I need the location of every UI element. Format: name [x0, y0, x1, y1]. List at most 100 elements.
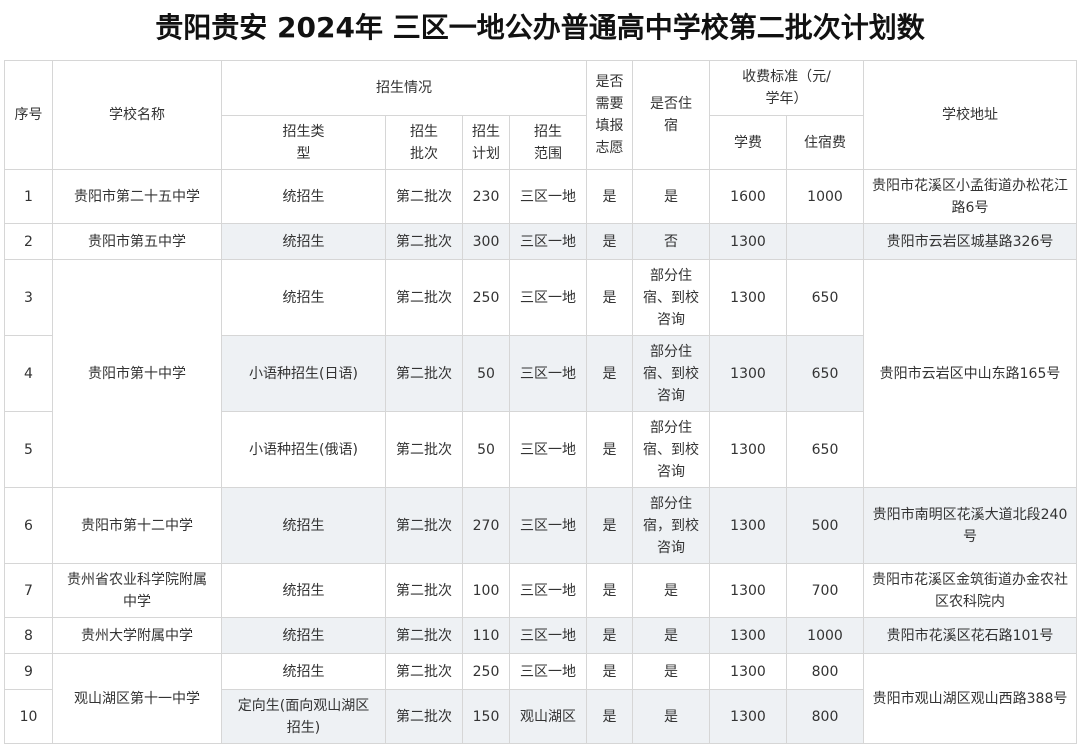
cell-seq: 7 — [4, 563, 53, 618]
cell-need: 是 — [586, 563, 633, 618]
cell-boarding: 部分住宿、到校咨询 — [632, 411, 710, 488]
cell-boarding: 是 — [632, 617, 710, 654]
cell-type: 小语种招生(日语) — [221, 335, 386, 412]
cell-scope: 三区一地 — [509, 223, 587, 260]
cell-tuition: 1300 — [709, 653, 787, 690]
table-row: 9 观山湖区第十一中学 统招生 第二批次 250 三区一地 是 是 1300 8… — [4, 653, 1077, 744]
cell-batch: 第二批次 — [385, 653, 463, 690]
cell-boarding: 是 — [632, 653, 710, 690]
cell-tuition: 1300 — [709, 487, 787, 564]
header-type: 招生类型 — [221, 115, 386, 170]
cell-dorm-fee — [786, 223, 864, 260]
cell-address: 贵阳市观山湖区观山西路388号 — [863, 653, 1077, 744]
cell-plan: 100 — [462, 563, 510, 618]
cell-batch: 第二批次 — [385, 169, 463, 224]
cell-type: 统招生 — [221, 563, 386, 618]
cell-need: 是 — [586, 223, 633, 260]
cell-tuition: 1300 — [709, 689, 787, 744]
cell-seq: 10 — [4, 689, 53, 744]
cell-boarding: 部分住宿、到校咨询 — [632, 335, 710, 412]
cell-need: 是 — [586, 169, 633, 224]
header-need-volunteer: 是否需要填报志愿 — [586, 60, 633, 170]
cell-dorm-fee: 800 — [786, 653, 864, 690]
cell-boarding: 部分住宿，到校咨询 — [632, 487, 710, 564]
header-boarding: 是否住宿 — [632, 60, 710, 170]
cell-address: 贵阳市花溪区花石路101号 — [863, 617, 1077, 654]
header-address: 学校地址 — [863, 60, 1077, 170]
cell-address: 贵阳市云岩区中山东路165号 — [863, 259, 1077, 488]
cell-address: 贵阳市云岩区城基路326号 — [863, 223, 1077, 260]
header-tuition: 学费 — [709, 115, 787, 170]
cell-seq: 4 — [4, 335, 53, 412]
cell-address: 贵阳市花溪区金筑街道办金农社区农科院内 — [863, 563, 1077, 618]
table-row: 8 贵州大学附属中学 统招生 第二批次 110 三区一地 是 是 1300 10… — [4, 617, 1077, 654]
header-row: 序号 学校名称 招生情况 是否需要填报志愿 是否住宿 收费标准（元/学年） 学校… — [4, 60, 1077, 170]
cell-school: 贵阳市第十二中学 — [52, 487, 222, 564]
cell-batch: 第二批次 — [385, 487, 463, 564]
cell-dorm-fee: 650 — [786, 335, 864, 412]
cell-need: 是 — [586, 411, 633, 488]
cell-school: 贵阳市第五中学 — [52, 223, 222, 260]
header-batch: 招生批次 — [385, 115, 463, 170]
cell-need: 是 — [586, 259, 633, 336]
cell-need: 是 — [586, 653, 633, 690]
header-seq: 序号 — [4, 60, 53, 170]
cell-dorm-fee: 650 — [786, 411, 864, 488]
cell-school: 贵阳市第二十五中学 — [52, 169, 222, 224]
cell-boarding: 是 — [632, 563, 710, 618]
cell-scope: 三区一地 — [509, 169, 587, 224]
cell-plan: 300 — [462, 223, 510, 260]
cell-need: 是 — [586, 617, 633, 654]
cell-seq: 3 — [4, 259, 53, 336]
cell-dorm-fee: 700 — [786, 563, 864, 618]
table-row: 1 贵阳市第二十五中学 统招生 第二批次 230 三区一地 是 是 1600 1… — [4, 169, 1077, 224]
page-title: 贵阳贵安 2024年 三区一地公办普通高中学校第二批次计划数 — [155, 11, 925, 44]
header-scope: 招生范围 — [509, 115, 587, 170]
cell-scope: 观山湖区 — [509, 689, 587, 744]
cell-seq: 6 — [4, 487, 53, 564]
header-fee-group: 收费标准（元/学年） — [709, 60, 864, 116]
cell-scope: 三区一地 — [509, 653, 587, 690]
cell-tuition: 1300 — [709, 259, 787, 336]
cell-scope: 三区一地 — [509, 617, 587, 654]
cell-dorm-fee: 1000 — [786, 169, 864, 224]
cell-batch: 第二批次 — [385, 223, 463, 260]
cell-seq: 1 — [4, 169, 53, 224]
cell-batch: 第二批次 — [385, 563, 463, 618]
cell-tuition: 1300 — [709, 411, 787, 488]
cell-need: 是 — [586, 487, 633, 564]
cell-tuition: 1300 — [709, 563, 787, 618]
cell-batch: 第二批次 — [385, 259, 463, 336]
cell-scope: 三区一地 — [509, 259, 587, 336]
cell-tuition: 1300 — [709, 617, 787, 654]
cell-batch: 第二批次 — [385, 335, 463, 412]
cell-scope: 三区一地 — [509, 487, 587, 564]
enrollment-plan-table: 序号 学校名称 招生情况 是否需要填报志愿 是否住宿 收费标准（元/学年） 学校… — [4, 60, 1077, 744]
cell-plan: 150 — [462, 689, 510, 744]
table-row: 7 贵州省农业科学院附属中学 统招生 第二批次 100 三区一地 是 是 130… — [4, 563, 1077, 618]
cell-plan: 270 — [462, 487, 510, 564]
cell-dorm-fee: 800 — [786, 689, 864, 744]
cell-type: 统招生 — [221, 487, 386, 564]
cell-boarding: 部分住宿、到校咨询 — [632, 259, 710, 336]
cell-type: 统招生 — [221, 259, 386, 336]
cell-school: 贵阳市第十中学 — [52, 259, 222, 488]
cell-school: 贵州大学附属中学 — [52, 617, 222, 654]
cell-batch: 第二批次 — [385, 689, 463, 744]
cell-need: 是 — [586, 335, 633, 412]
cell-type: 小语种招生(俄语) — [221, 411, 386, 488]
cell-plan: 50 — [462, 335, 510, 412]
header-dorm-fee: 住宿费 — [786, 115, 864, 170]
cell-seq: 2 — [4, 223, 53, 260]
cell-scope: 三区一地 — [509, 411, 587, 488]
cell-scope: 三区一地 — [509, 563, 587, 618]
cell-dorm-fee: 1000 — [786, 617, 864, 654]
cell-seq: 9 — [4, 653, 53, 690]
table-row: 3 贵阳市第十中学 统招生 第二批次 250 三区一地 是 部分住宿、到校咨询 … — [4, 259, 1077, 488]
cell-plan: 110 — [462, 617, 510, 654]
cell-plan: 50 — [462, 411, 510, 488]
cell-type: 定向生(面向观山湖区招生) — [221, 689, 386, 744]
cell-tuition: 1300 — [709, 335, 787, 412]
table-row: 6 贵阳市第十二中学 统招生 第二批次 270 三区一地 是 部分住宿，到校咨询… — [4, 487, 1077, 564]
cell-type: 统招生 — [221, 653, 386, 690]
